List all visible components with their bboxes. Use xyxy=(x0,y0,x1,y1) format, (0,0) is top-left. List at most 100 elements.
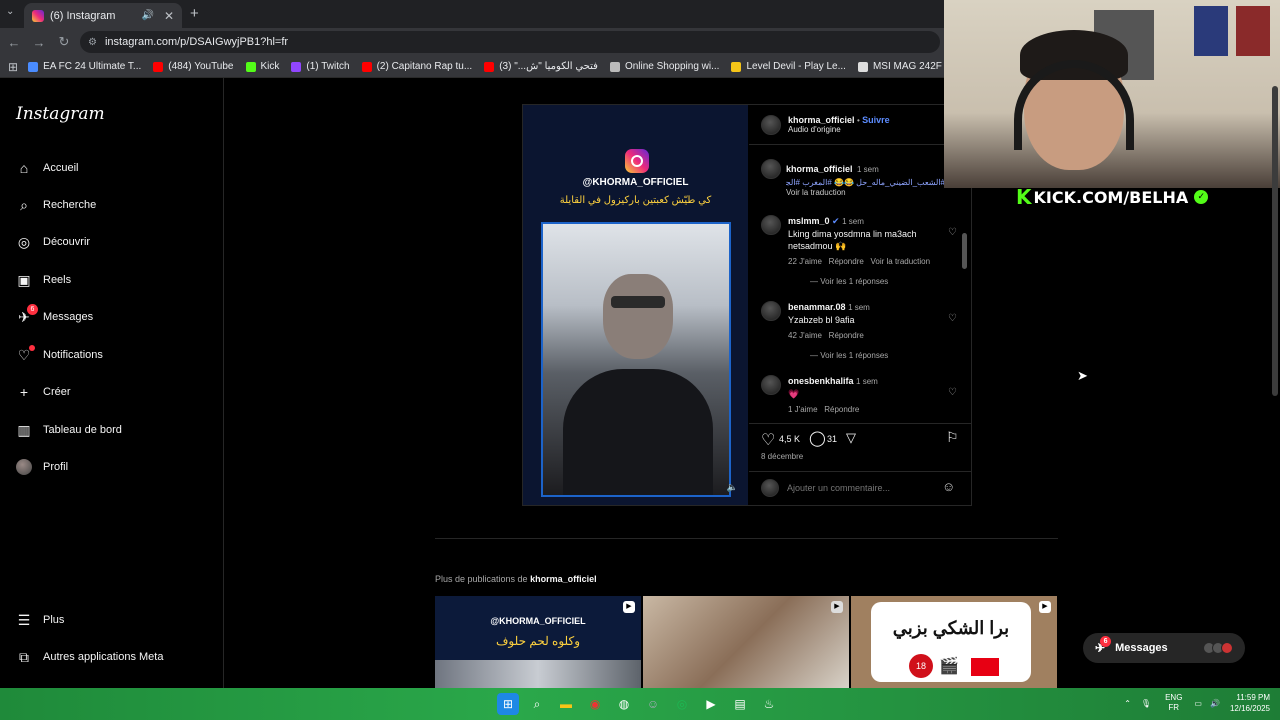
tray-chevron-icon[interactable]: ⌃ xyxy=(1124,699,1131,708)
bookmark-item[interactable]: (1) Twitch xyxy=(291,61,350,72)
sidebar-item-accueil[interactable]: ⌂ Accueil xyxy=(16,156,79,180)
view-replies-link[interactable]: Voir les 1 réponses xyxy=(820,277,888,286)
author-avatar[interactable] xyxy=(761,159,781,179)
volume-icon[interactable]: 🔈 xyxy=(727,482,738,493)
commenter-avatar[interactable] xyxy=(761,215,781,235)
language-indicator[interactable]: ENG FR xyxy=(1165,693,1182,713)
screen: ⌄ (6) Instagram 🔊 ✕ + ← → ↻ ⚙ instagram.… xyxy=(0,0,1280,720)
comment-likes[interactable]: 42 J'aime xyxy=(788,331,822,340)
address-bar[interactable]: ⚙ instagram.com/p/DSAIGwyjPB1?hl=fr xyxy=(80,31,940,53)
follow-button[interactable]: Suivre xyxy=(862,115,890,125)
browser-toolbar: ← → ↻ ⚙ instagram.com/p/DSAIGwyjPB1?hl=f… xyxy=(0,28,944,56)
bookmark-icon[interactable]: ⚐ xyxy=(946,429,959,446)
bookmark-favicon-icon xyxy=(28,61,39,72)
chrome-icon[interactable]: ◉ xyxy=(584,693,606,715)
like-icon[interactable]: ♡ xyxy=(761,430,775,450)
more-posts-author[interactable]: khorma_officiel xyxy=(530,574,597,584)
bookmark-item[interactable]: Online Shopping wi... xyxy=(609,61,719,72)
reply-link[interactable]: Répondre xyxy=(824,405,859,414)
more-post-thumb-3[interactable]: برا الشكي بزبي 18 🎬 ▶ xyxy=(851,596,1057,688)
media-caption-text: كي طيّش كعبتين باركيزول في القايلة xyxy=(559,195,712,206)
comment: onesbenkhalifa 1 sem 💗 1 J'aime Répondre xyxy=(788,375,948,416)
network-icon[interactable]: ▭ xyxy=(1194,699,1202,708)
view-replies-link[interactable]: Voir les 1 réponses xyxy=(820,351,888,360)
comment-icon[interactable]: ◯ xyxy=(809,429,826,447)
author-avatar[interactable] xyxy=(761,115,781,135)
commenter-avatar[interactable] xyxy=(761,375,781,395)
volume-icon[interactable]: 🔊 xyxy=(1210,699,1220,708)
bookmark-item[interactable]: (484) YouTube xyxy=(153,61,234,72)
bookmark-item[interactable]: Kick xyxy=(245,61,279,72)
author-username[interactable]: khorma_officiel xyxy=(788,115,855,125)
commenter-avatar[interactable] xyxy=(761,301,781,321)
sidebar-item-messages[interactable]: ✈ 6 Messages xyxy=(16,304,93,329)
comments-scrollbar[interactable] xyxy=(962,233,967,269)
comment-time: 1 sem xyxy=(856,377,878,386)
caption-username[interactable]: khorma_officiel xyxy=(786,164,853,174)
comment-like-icon[interactable]: ♡ xyxy=(948,227,957,238)
video-frame[interactable] xyxy=(541,222,731,497)
comment-username[interactable]: benammar.08 xyxy=(788,302,846,312)
bookmark-label: (2) Capitano Rap tu... xyxy=(376,61,473,72)
more-post-thumb-1[interactable]: @KHORMA_OFFICIEL وكلوه لحم حلوف ▶ xyxy=(435,596,641,688)
sidebar-item-profil[interactable]: Profil xyxy=(16,455,68,479)
sidebar-item-tableau-de-bord[interactable]: ▥ Tableau de bord xyxy=(16,418,122,442)
messages-pill[interactable]: ✈ 6 Messages xyxy=(1083,633,1245,663)
terminal-icon[interactable]: ▶ xyxy=(700,693,722,715)
bookmark-item[interactable]: MSI MAG 242F 24" L... xyxy=(857,61,944,72)
reload-icon[interactable]: ↻ xyxy=(53,34,75,50)
bookmark-item[interactable]: (2) Capitano Rap tu... xyxy=(361,61,473,72)
obs-icon[interactable]: ◍ xyxy=(613,693,635,715)
notification-badge: 6 xyxy=(27,304,38,315)
site-info-icon[interactable]: ⚙ xyxy=(88,37,97,48)
sidebar-item-more[interactable]: ☰ Plus xyxy=(16,608,65,632)
bookmark-item[interactable]: Level Devil - Play Le... xyxy=(731,61,846,72)
likes-count[interactable]: 4,5 K xyxy=(779,434,800,444)
sidebar-item-notifications[interactable]: ♡ Notifications xyxy=(16,343,103,367)
comment-like-icon[interactable]: ♡ xyxy=(948,313,957,324)
see-translation-link[interactable]: Voir la traduction xyxy=(786,188,966,197)
discord-icon[interactable]: ☺ xyxy=(642,693,664,715)
steam-icon[interactable]: ♨ xyxy=(758,693,780,715)
audio-label[interactable]: Audio d'origine xyxy=(788,125,890,134)
spotify-icon[interactable]: ◎ xyxy=(671,693,693,715)
speaker-icon[interactable]: 🔊 xyxy=(141,10,153,21)
sidebar-item-meta-apps[interactable]: ⧉ Autres applications Meta xyxy=(16,645,163,669)
file-explorer-icon[interactable]: ▬ xyxy=(555,693,577,715)
tab-search-icon[interactable]: ⌄ xyxy=(6,6,14,17)
share-icon[interactable]: ▽ xyxy=(846,430,856,446)
close-tab-icon[interactable]: ✕ xyxy=(164,9,174,23)
microphone-icon[interactable]: 🎙 xyxy=(1141,699,1151,708)
clock[interactable]: 11:59 PM 12/16/2025 xyxy=(1230,692,1270,714)
instagram-logo[interactable]: Instagram xyxy=(16,104,105,124)
reply-link[interactable]: Répondre xyxy=(829,331,864,340)
bookmark-item[interactable]: فتحي الكوميا "ش..." (3) xyxy=(484,61,598,72)
sidebar-item-reels[interactable]: ▣ Reels xyxy=(16,268,71,292)
comment-username[interactable]: mslmm_0 xyxy=(788,216,830,226)
back-icon[interactable]: ← xyxy=(3,35,25,50)
post-media[interactable]: @KHORMA_OFFICIEL كي طيّش كعبتين باركيزول… xyxy=(523,105,748,505)
bookmark-item[interactable]: EA FC 24 Ultimate T... xyxy=(28,61,141,72)
comment-input[interactable] xyxy=(787,480,937,496)
bookmark-label: MSI MAG 242F 24" L... xyxy=(872,61,944,72)
comment-likes[interactable]: 1 J'aime xyxy=(788,405,818,414)
more-post-thumb-2[interactable]: ▶ xyxy=(643,596,849,688)
translate-link[interactable]: Voir la traduction xyxy=(870,257,930,266)
sidebar-item-recherche[interactable]: ⌕ Recherche xyxy=(16,193,96,217)
forward-icon[interactable]: → xyxy=(28,35,50,50)
sidebar-item-d-couvrir[interactable]: ◎ Découvrir xyxy=(16,230,90,254)
emoji-icon[interactable]: ☺ xyxy=(942,479,955,494)
comment-likes[interactable]: 22 J'aime xyxy=(788,257,822,266)
windows-start-icon[interactable]: ⊞ xyxy=(497,693,519,715)
new-tab-button[interactable]: + xyxy=(190,5,199,22)
reply-link[interactable]: Répondre xyxy=(829,257,864,266)
apps-grid-icon[interactable]: ⊞ xyxy=(8,60,18,74)
search-icon[interactable]: ⌕ xyxy=(526,693,548,715)
sidebar-item-cr-er[interactable]: + Créer xyxy=(16,380,71,404)
clock-date: 12/16/2025 xyxy=(1229,704,1270,713)
app-icon[interactable]: ▤ xyxy=(729,693,751,715)
comment-username[interactable]: onesbenkhalifa xyxy=(788,376,854,386)
page-scrollbar[interactable] xyxy=(1272,86,1278,396)
comment-like-icon[interactable]: ♡ xyxy=(948,387,957,398)
browser-tab[interactable]: (6) Instagram 🔊 ✕ xyxy=(24,3,182,28)
